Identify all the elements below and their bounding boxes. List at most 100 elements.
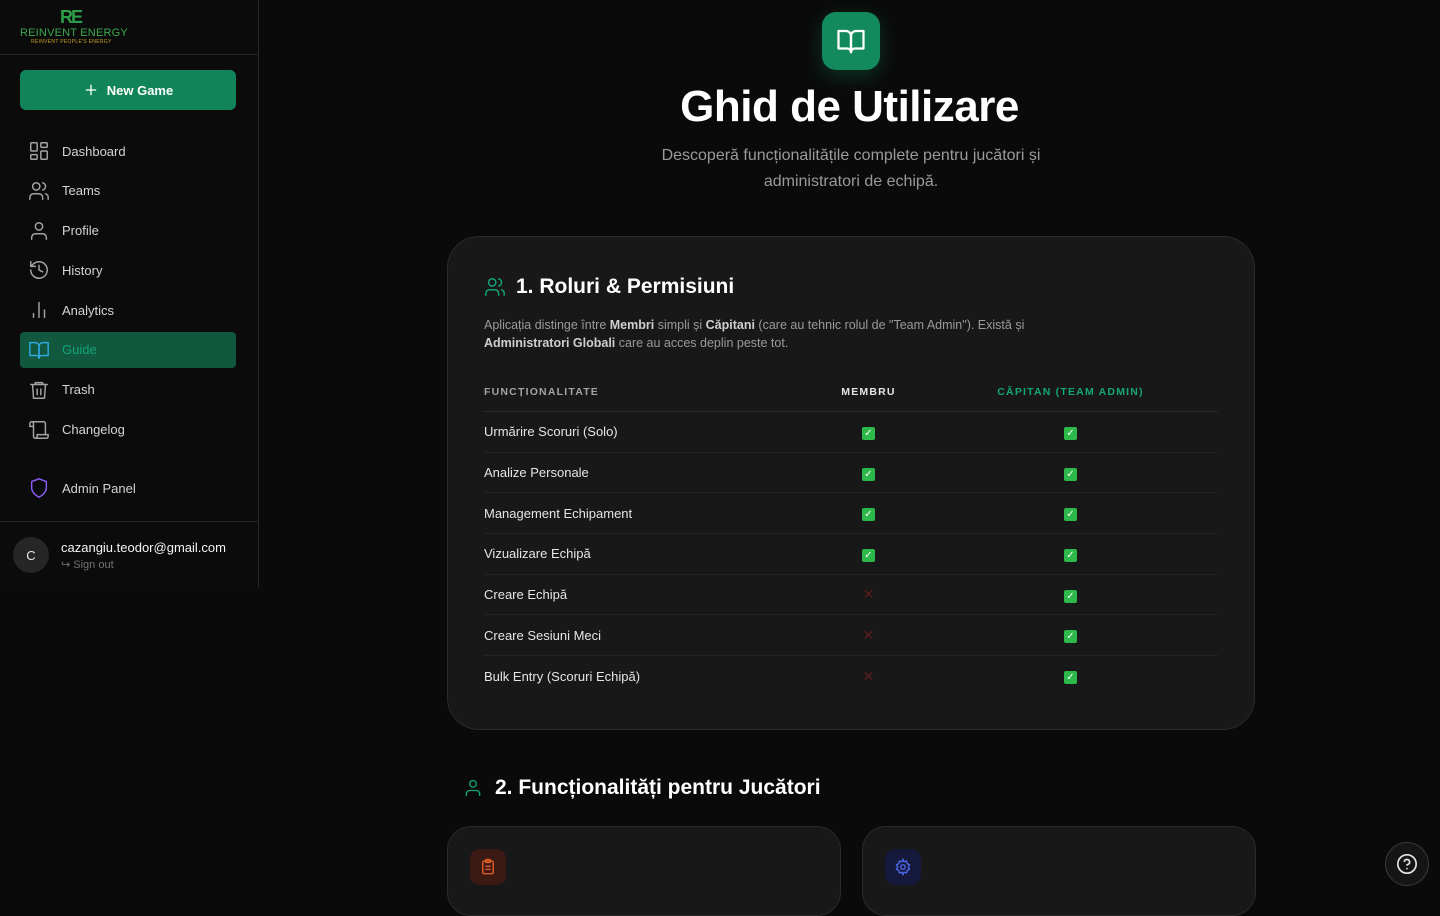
- users-icon: [485, 278, 505, 296]
- captain-cell: ✓: [933, 587, 1208, 603]
- member-cell: ✓: [804, 424, 933, 440]
- captain-cell: ✓: [933, 505, 1208, 522]
- roles-heading: 1. Roluri & Permisiuni: [484, 275, 734, 299]
- sidebar-item-label: Admin Panel: [62, 480, 136, 496]
- admin-panel-link[interactable]: Admin Panel: [20, 470, 236, 510]
- shield-icon: [30, 478, 48, 498]
- brand-logo[interactable]: RE REINVENT ENERGY REINVENT PEOPLE'S ENE…: [0, 0, 258, 55]
- sidebar-nav: Dashboard Teams Profile History Analytic…: [20, 133, 236, 451]
- players-heading-text: 2. Funcționalități pentru Jucători: [495, 776, 821, 799]
- check-icon: ✓: [862, 426, 875, 440]
- check-icon: ✓: [1064, 467, 1077, 481]
- check-icon: ✓: [1064, 426, 1077, 440]
- cross-icon: ✕: [862, 626, 875, 643]
- sidebar: RE REINVENT ENERGY REINVENT PEOPLE'S ENE…: [0, 0, 259, 588]
- feature-cell: Management Echipament: [484, 505, 633, 521]
- page-title: Ghid de Utilizare: [680, 82, 1019, 131]
- sidebar-item-admin[interactable]: Admin Panel: [20, 470, 236, 506]
- table-header: FUNCȚIONALITATE MEMBRU CĂPITAN (TEAM ADM…: [484, 373, 1218, 412]
- main-content: Ghid de Utilizare Descoperă funcționalit…: [259, 0, 1440, 916]
- check-icon: ✓: [862, 467, 875, 481]
- users-icon: [29, 181, 49, 200]
- logo-name: REINVENT ENERGY: [20, 27, 128, 39]
- column-header-member: MEMBRU: [841, 386, 896, 398]
- table-row: Analize Personale ✓ ✓: [484, 453, 1218, 494]
- sidebar-item-dashboard[interactable]: Dashboard: [20, 133, 236, 169]
- sidebar-item-label: Teams: [62, 183, 101, 199]
- table-row: Bulk Entry (Scoruri Echipă) ✕ ✓: [484, 656, 1218, 697]
- plus-icon: [85, 84, 97, 96]
- new-game-button[interactable]: New Game: [20, 70, 236, 110]
- feature-card-equipment: [862, 826, 1256, 916]
- new-game-label: New Game: [106, 82, 174, 98]
- cross-icon: ✕: [862, 667, 875, 684]
- roles-card: 1. Roluri & Permisiuni Aplicația disting…: [447, 236, 1255, 730]
- user-panel: C cazangiu.teodor@gmail.com ↪ Sign out: [0, 521, 258, 588]
- logo-mark: RE: [60, 7, 83, 27]
- book-icon: [29, 341, 49, 359]
- feature-cell: Creare Sesiuni Meci: [484, 627, 602, 643]
- logo-tagline: REINVENT PEOPLE'S ENERGY: [31, 39, 112, 45]
- sidebar-item-analytics[interactable]: Analytics: [20, 292, 236, 328]
- feature-cell: Analize Personale: [484, 465, 589, 481]
- check-icon: ✓: [1064, 589, 1077, 603]
- user-email: cazangiu.teodor@gmail.com: [61, 539, 226, 555]
- table-row: Creare Sesiuni Meci ✕ ✓: [484, 615, 1218, 657]
- check-icon: ✓: [1064, 671, 1077, 685]
- scroll-icon: [29, 420, 49, 439]
- gear-icon: [895, 858, 911, 876]
- book-icon: [837, 29, 865, 54]
- sidebar-item-label: Trash: [62, 382, 95, 398]
- sidebar-item-history[interactable]: History: [20, 252, 236, 288]
- settings-badge: [885, 849, 921, 885]
- sidebar-item-label: Guide: [62, 342, 97, 358]
- captain-cell: ✓: [933, 668, 1208, 685]
- sidebar-item-changelog[interactable]: Changelog: [20, 412, 236, 448]
- page-subtitle: Descoperă funcționalitățile complete pen…: [661, 147, 1041, 190]
- sidebar-item-label: Changelog: [62, 422, 125, 438]
- clipboard-badge: [470, 849, 506, 885]
- hero-book-badge: [822, 12, 880, 70]
- sidebar-item-label: Analytics: [62, 302, 115, 318]
- captain-cell: ✓: [933, 627, 1208, 644]
- feature-cell: Bulk Entry (Scoruri Echipă): [484, 668, 641, 684]
- trash-icon: [30, 381, 48, 399]
- member-cell: ✕: [804, 586, 933, 603]
- member-cell: ✓: [804, 465, 933, 481]
- table-row: Creare Echipă ✕ ✓: [484, 575, 1218, 616]
- avatar[interactable]: C: [13, 537, 49, 573]
- captain-cell: ✓: [933, 546, 1208, 562]
- logout-icon: ↪: [61, 558, 71, 571]
- feature-cell: Creare Echipă: [484, 587, 568, 603]
- grid-icon: [30, 142, 48, 160]
- help-icon: [1397, 854, 1417, 874]
- feature-card-scores: [447, 826, 841, 916]
- member-cell: ✕: [804, 627, 933, 644]
- member-cell: ✕: [804, 668, 933, 685]
- sidebar-item-teams[interactable]: Teams: [20, 173, 236, 209]
- member-cell: ✓: [804, 505, 933, 522]
- cross-icon: ✕: [862, 586, 875, 603]
- sidebar-item-label: Profile: [62, 223, 99, 239]
- bar-chart-icon: [32, 302, 46, 319]
- table-row: Vizualizare Echipă ✓ ✓: [484, 534, 1218, 575]
- permissions-table: FUNCȚIONALITATE MEMBRU CĂPITAN (TEAM ADM…: [484, 373, 1218, 697]
- sidebar-item-guide[interactable]: Guide: [20, 331, 236, 368]
- sign-out-label: Sign out: [73, 558, 114, 571]
- sidebar-item-trash[interactable]: Trash: [20, 372, 236, 408]
- feature-cell: Urmărire Scoruri (Solo): [484, 424, 618, 440]
- sidebar-item-profile[interactable]: Profile: [20, 213, 236, 249]
- feature-cell: Vizualizare Echipă: [484, 546, 591, 562]
- captain-cell: ✓: [933, 465, 1208, 481]
- check-icon: ✓: [862, 548, 875, 562]
- sign-out-link[interactable]: ↪ Sign out: [61, 558, 226, 571]
- check-icon: ✓: [1064, 630, 1077, 644]
- user-icon: [465, 779, 481, 797]
- players-section-heading: 2. Funcționalități pentru Jucători: [463, 776, 821, 800]
- member-cell: ✓: [804, 546, 933, 562]
- check-icon: ✓: [862, 508, 875, 522]
- history-icon: [30, 261, 48, 280]
- captain-cell: ✓: [933, 424, 1208, 440]
- help-button[interactable]: [1385, 842, 1429, 886]
- user-icon: [30, 221, 48, 240]
